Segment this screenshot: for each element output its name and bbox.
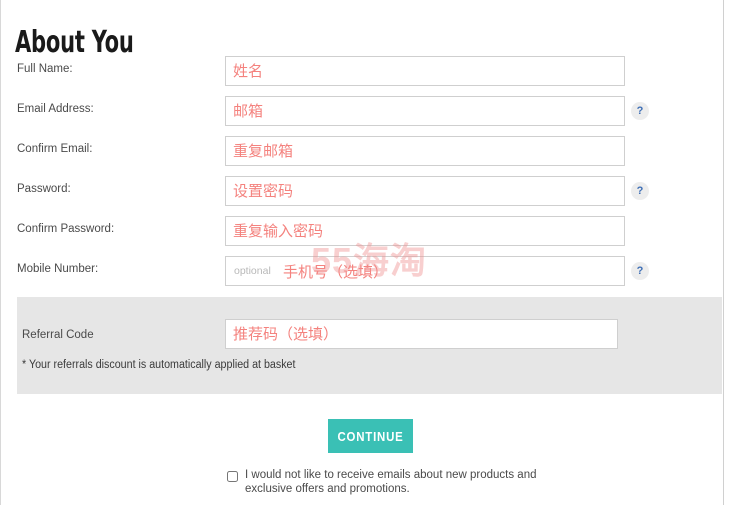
referral-code-input[interactable] [225,319,618,349]
label-mobile_number: Mobile Number: [17,263,99,275]
label-email_address: Email Address: [17,103,94,115]
input-confirm_password[interactable] [225,216,625,246]
question-mark-help-icon[interactable]: ? [631,182,649,200]
label-confirm_password: Confirm Password: [17,223,115,235]
email-optout-checkbox[interactable] [227,471,238,482]
referral-code-label: Referral Code [22,329,94,341]
input-email_address[interactable] [225,96,625,126]
registration-form-page: About You Full Name: Email Address:? Confi… [0,0,723,505]
continue-button[interactable]: CONTINUE [328,419,413,453]
referral-discount-note: * Your referrals discount is automatical… [22,359,296,371]
page-title: About You [15,25,134,61]
question-mark-help-icon[interactable]: ? [631,262,649,280]
input-mobile_number[interactable] [225,256,625,286]
label-password: Password: [17,183,71,195]
label-full_name: Full Name: [17,63,73,75]
question-mark-help-icon[interactable]: ? [631,102,649,120]
page-right-border [723,0,724,505]
input-confirm_email[interactable] [225,136,625,166]
email-optout-label: I would not like to receive emails about… [245,469,537,495]
referral-code-panel: Referral Code * Your referrals discount … [17,297,722,394]
label-confirm_email: Confirm Email: [17,143,93,155]
input-password[interactable] [225,176,625,206]
input-full_name[interactable] [225,56,625,86]
continue-button-label: CONTINUE [337,428,404,444]
